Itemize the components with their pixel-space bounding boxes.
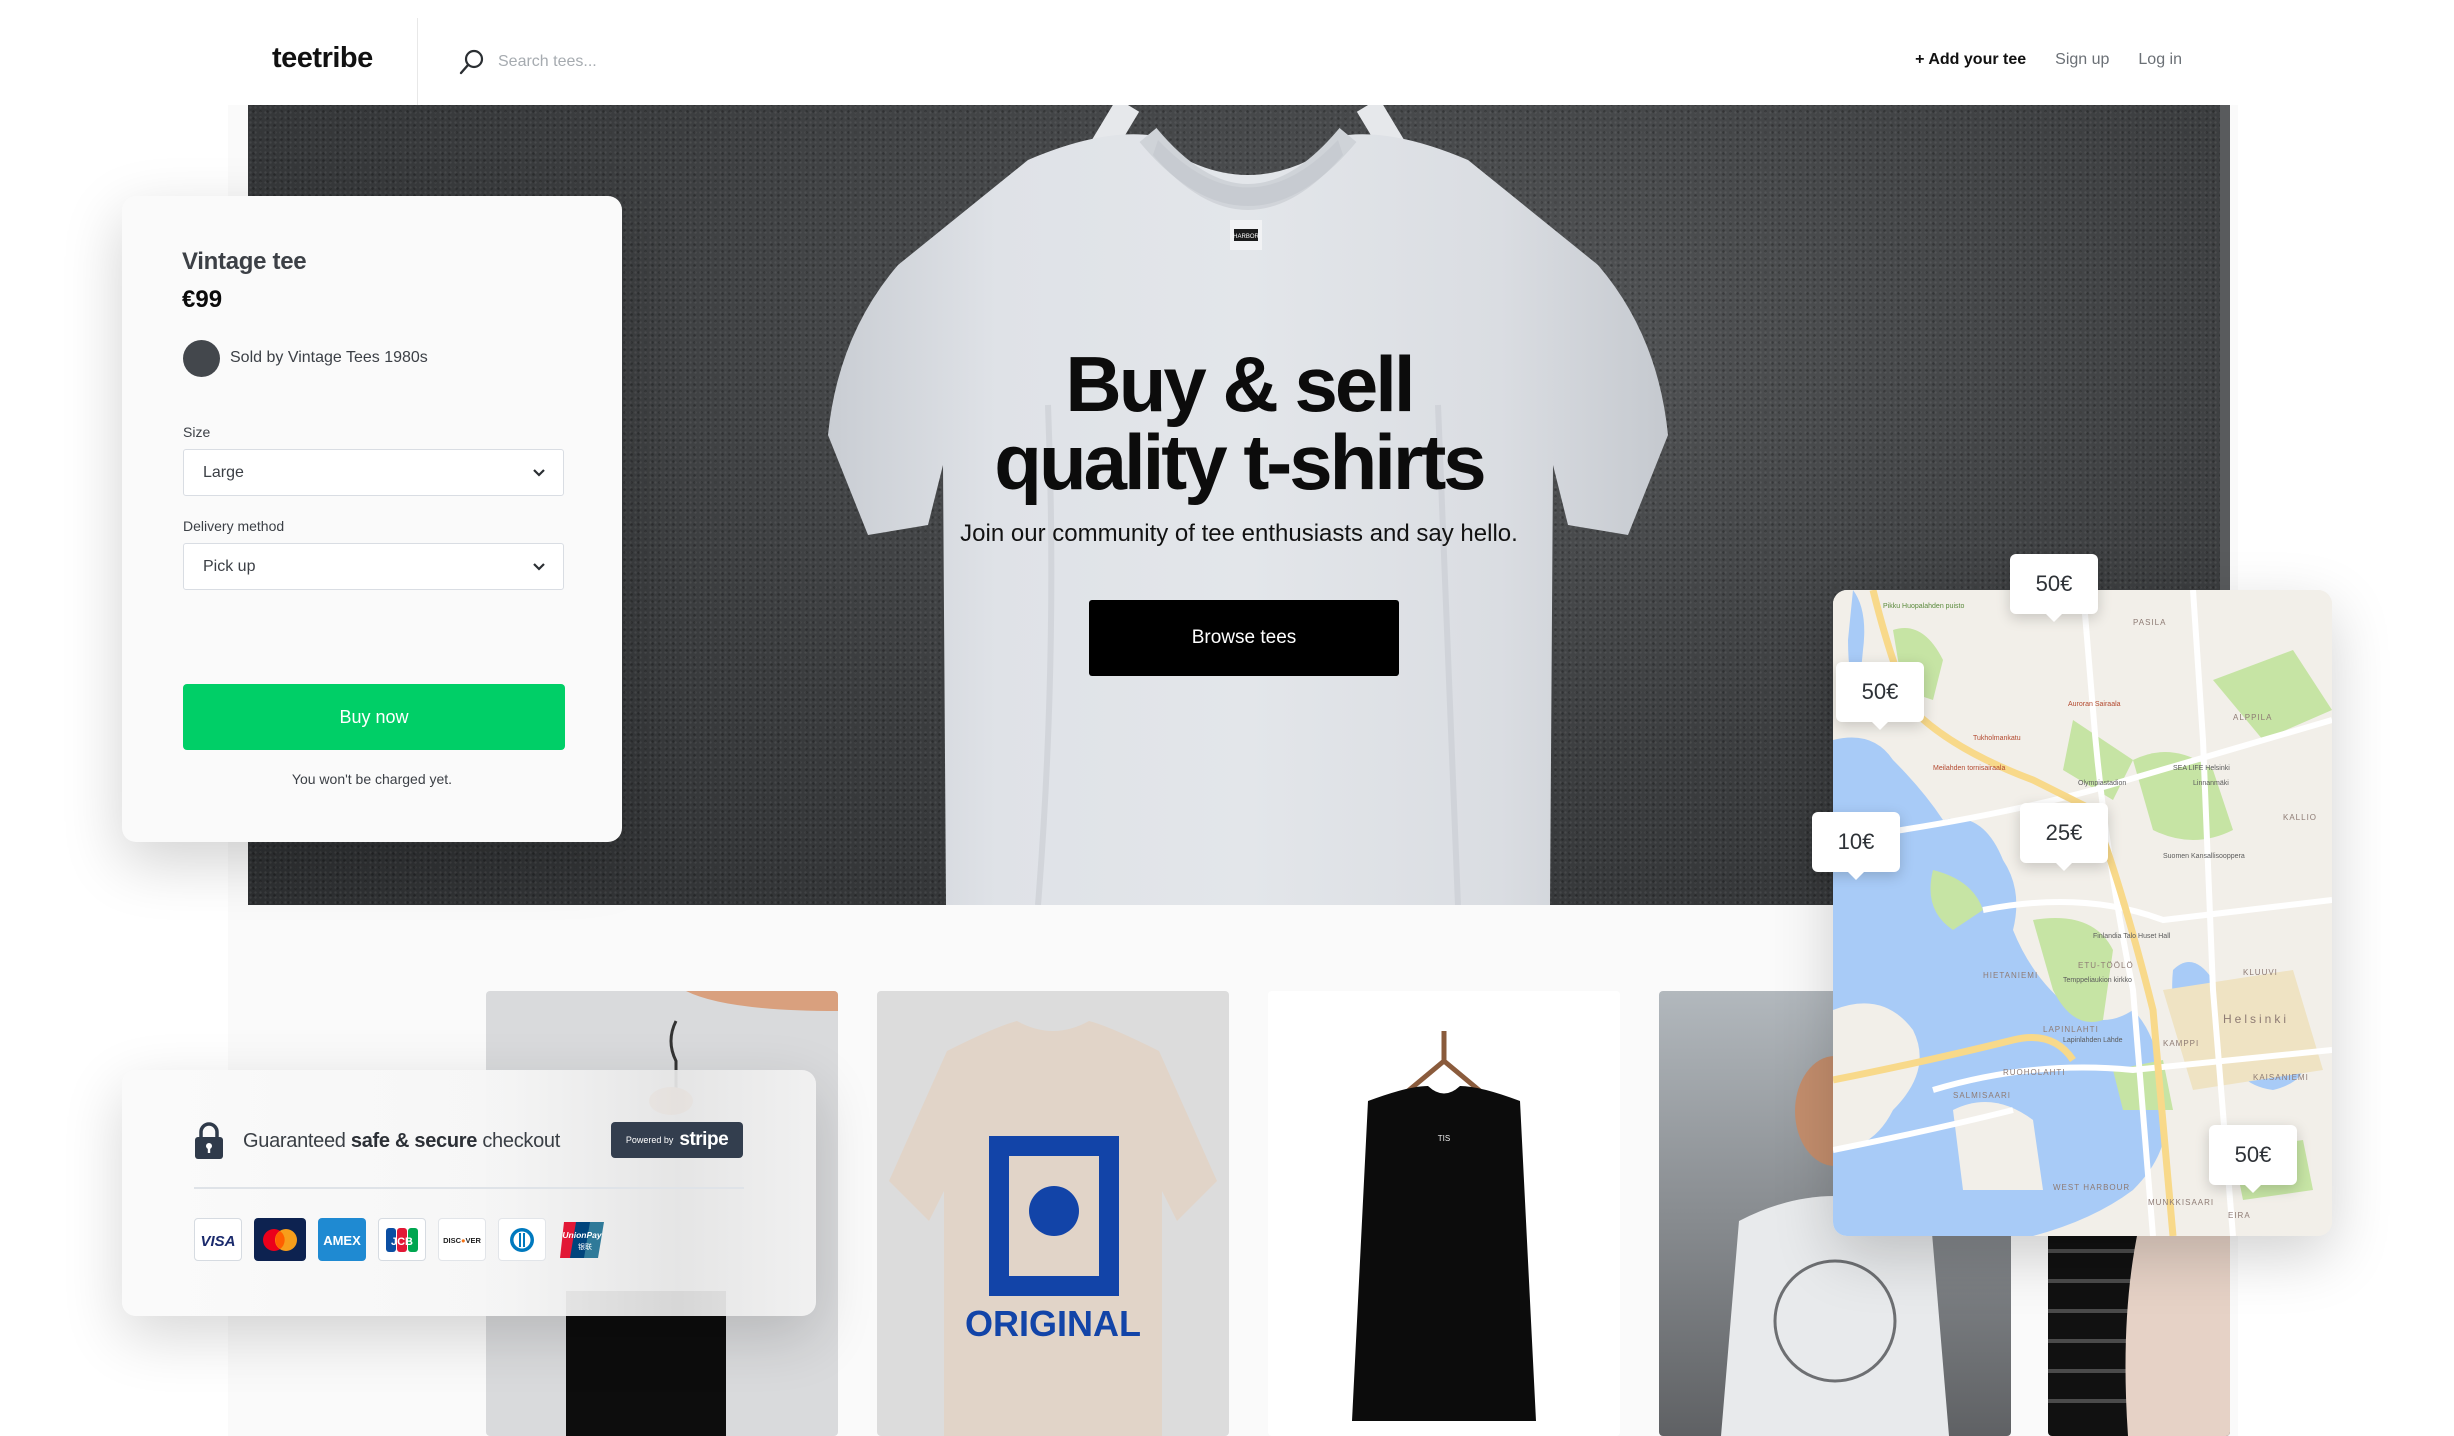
svg-text:LAPINLAHTI: LAPINLAHTI	[2043, 1025, 2099, 1034]
svg-text:VISA: VISA	[200, 1233, 235, 1250]
svg-text:UnionPay: UnionPay	[562, 1230, 602, 1240]
powered-by-text: Powered by	[625, 1135, 674, 1145]
product-image: ORIGINAL	[877, 991, 1229, 1436]
svg-text:SEA LIFE Helsinki: SEA LIFE Helsinki	[2173, 765, 2230, 772]
size-value: Large	[203, 463, 244, 481]
size-select[interactable]: Large	[183, 449, 564, 496]
svg-text:Pikku Huopalahden puisto: Pikku Huopalahden puisto	[1883, 603, 1964, 610]
svg-text:HIETANIEMI: HIETANIEMI	[1983, 971, 2038, 980]
chevron-down-icon	[533, 468, 545, 477]
jcb-icon: JCB	[378, 1218, 426, 1261]
lock-icon	[195, 1122, 223, 1159]
svg-text:EIRA: EIRA	[2228, 1211, 2251, 1220]
svg-text:Linnanmäki: Linnanmäki	[2193, 780, 2229, 787]
svg-text:TIS: TIS	[1438, 1134, 1450, 1143]
svg-text:Lapinlahden Lähde: Lapinlahden Lähde	[2063, 1037, 2123, 1044]
payment-methods: VISA AMEX JCB DISC●VER UnionPay 银联	[194, 1218, 606, 1261]
visa-icon: VISA	[194, 1218, 242, 1261]
search-icon	[459, 49, 484, 75]
map-price-pin[interactable]: 50€	[2209, 1125, 2297, 1193]
product-price: €99	[182, 286, 223, 313]
log-in-link[interactable]: Log in	[2138, 51, 2182, 69]
unionpay-icon: UnionPay 银联	[558, 1218, 606, 1261]
map-price-pin[interactable]: 50€	[1836, 662, 1924, 730]
search-bar[interactable]	[458, 47, 798, 77]
svg-text:KAISANIEMI: KAISANIEMI	[2253, 1073, 2309, 1082]
svg-text:RUOHOLAHTI: RUOHOLAHTI	[2003, 1068, 2065, 1077]
amex-icon: AMEX	[318, 1218, 366, 1261]
svg-text:Suomen Kansallisooppera: Suomen Kansallisooppera	[2163, 853, 2245, 860]
svg-text:ORIGINAL: ORIGINAL	[965, 1303, 1141, 1344]
svg-text:Tukholmankatu: Tukholmankatu	[1973, 735, 2021, 742]
svg-text:AMEX: AMEX	[323, 1233, 361, 1248]
svg-text:ETU-TÖÖLÖ: ETU-TÖÖLÖ	[2078, 961, 2134, 970]
svg-text:SALMISAARI: SALMISAARI	[1953, 1091, 2011, 1100]
svg-text:银联: 银联	[578, 1242, 592, 1251]
header-divider	[417, 18, 418, 105]
stripe-logo: stripe	[679, 1129, 729, 1150]
svg-text:Auroran Sairaala: Auroran Sairaala	[2068, 701, 2121, 708]
svg-text:Meilahden tornisairaala: Meilahden tornisairaala	[1933, 765, 2005, 772]
svg-text:DISC●VER: DISC●VER	[443, 1236, 481, 1245]
delivery-method-value: Pick up	[203, 557, 256, 575]
chevron-down-icon	[533, 562, 545, 571]
svg-text:Temppeliaukion kirkko: Temppeliaukion kirkko	[2063, 977, 2132, 984]
seller-avatar[interactable]	[183, 340, 220, 377]
search-input[interactable]	[498, 53, 798, 71]
svg-text:KAMPPI: KAMPPI	[2163, 1039, 2199, 1048]
add-your-tee-link[interactable]: + Add your tee	[1915, 51, 2026, 69]
product-title: Vintage tee	[182, 248, 307, 275]
browse-tees-button[interactable]: Browse tees	[1089, 600, 1399, 676]
svg-text:KALLIO: KALLIO	[2283, 813, 2317, 822]
svg-text:WEST HARBOUR: WEST HARBOUR	[2053, 1183, 2130, 1192]
discover-icon: DISC●VER	[438, 1218, 486, 1261]
seller-name[interactable]: Sold by Vintage Tees 1980s	[230, 349, 428, 367]
map-price-pin[interactable]: 25€	[2020, 803, 2108, 871]
mastercard-icon	[254, 1218, 306, 1261]
svg-text:Finlandia Talo Huset Hall: Finlandia Talo Huset Hall	[2093, 933, 2171, 940]
product-purchase-card: Vintage tee €99 Sold by Vintage Tees 198…	[122, 196, 622, 842]
svg-text:Olympiastadion: Olympiastadion	[2078, 780, 2126, 787]
diners-club-icon	[498, 1218, 546, 1261]
map-price-pin[interactable]: 50€	[2010, 554, 2098, 622]
secure-checkout-text: Guaranteed safe & secure checkout	[243, 1130, 560, 1152]
size-label: Size	[183, 424, 211, 440]
secure-checkout-card: Guaranteed safe & secure checkout Powere…	[122, 1070, 816, 1316]
svg-text:PASILA: PASILA	[2133, 618, 2166, 627]
site-header: teetribe + Add your tee Sign up Log in	[0, 0, 2454, 105]
logo[interactable]: teetribe	[272, 42, 373, 75]
sign-up-link[interactable]: Sign up	[2055, 51, 2109, 69]
product-image: TIS	[1268, 991, 1620, 1436]
delivery-method-label: Delivery method	[183, 518, 285, 534]
svg-text:Helsinki: Helsinki	[2223, 1012, 2289, 1026]
svg-text:JCB: JCB	[391, 1236, 413, 1248]
delivery-method-select[interactable]: Pick up	[183, 543, 564, 590]
buy-now-button[interactable]: Buy now	[183, 684, 565, 750]
svg-text:KLUUVI: KLUUVI	[2243, 968, 2278, 977]
svg-text:MUNKKISAARI: MUNKKISAARI	[2148, 1198, 2214, 1207]
charge-note: You won't be charged yet.	[291, 771, 453, 787]
svg-text:ALPPILA: ALPPILA	[2233, 713, 2272, 722]
product-tile[interactable]: TIS	[1268, 991, 1620, 1436]
powered-by-stripe-badge[interactable]: Powered by stripe	[611, 1122, 743, 1158]
header-nav: + Add your tee Sign up Log in	[1915, 51, 2182, 69]
map-price-pin[interactable]: 10€	[1812, 812, 1900, 880]
product-tile[interactable]: ORIGINAL	[877, 991, 1229, 1436]
divider	[194, 1187, 744, 1189]
